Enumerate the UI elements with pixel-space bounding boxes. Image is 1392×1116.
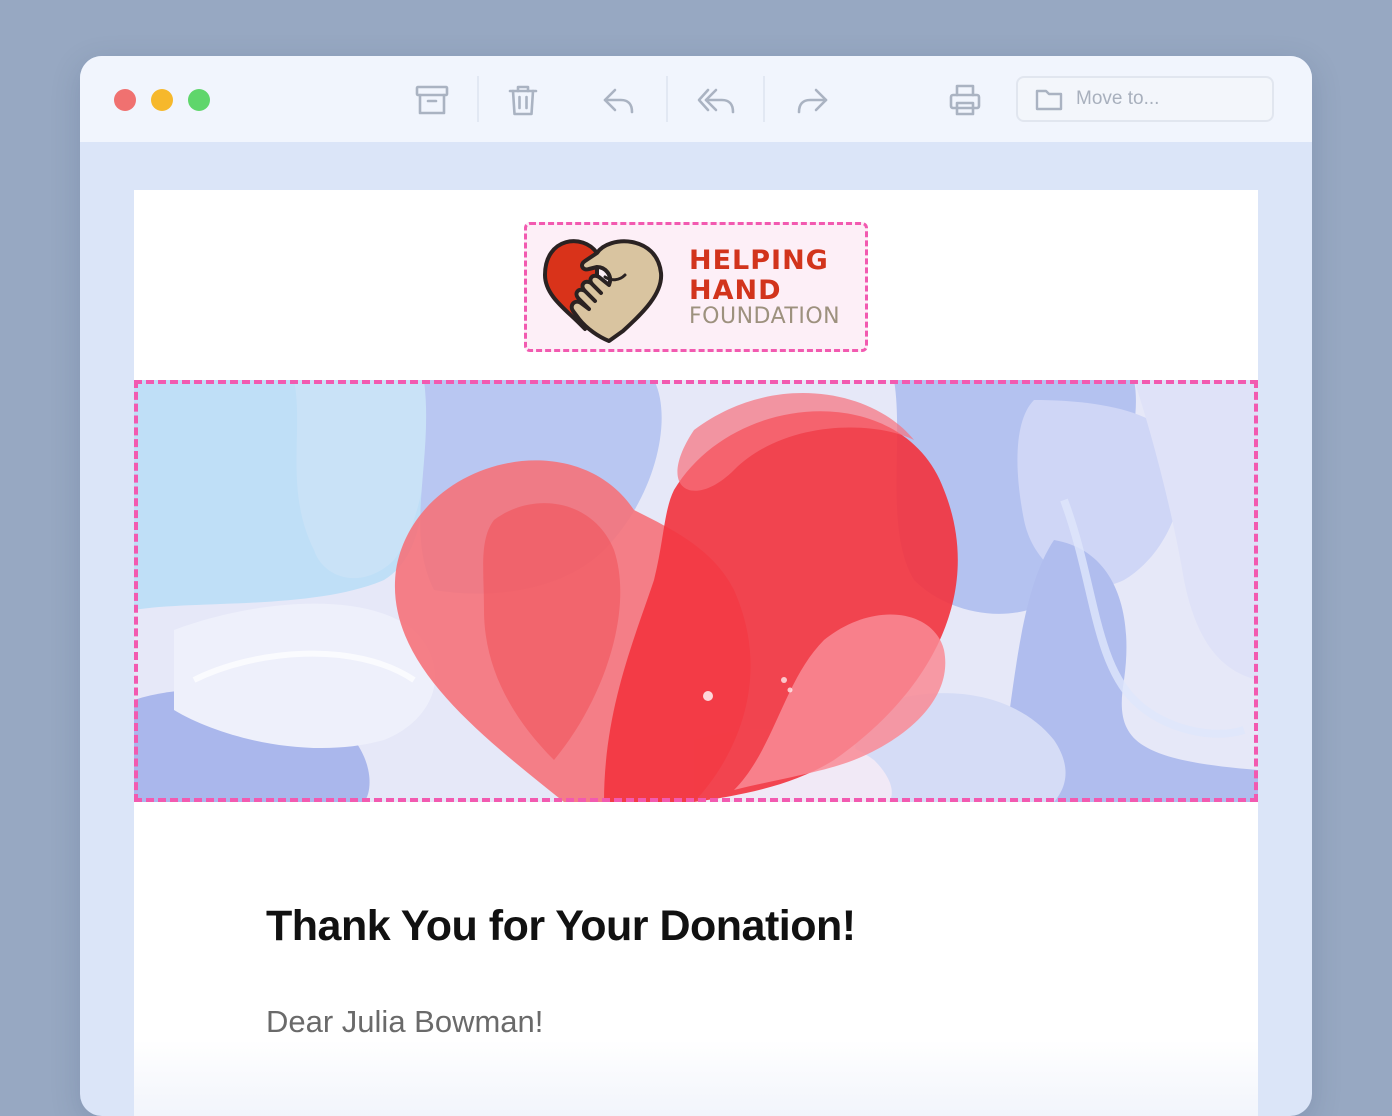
hero-selection-outline — [134, 380, 1258, 802]
trash-icon[interactable] — [505, 82, 541, 118]
reply-icon[interactable] — [601, 82, 637, 118]
logo-line-helping: HELPING — [689, 245, 829, 276]
hero-image[interactable] — [134, 380, 1258, 802]
toolbar-divider — [666, 76, 668, 122]
email-greeting: Dear Julia Bowman! — [266, 1004, 544, 1039]
move-to-field[interactable]: Move to... — [1016, 76, 1274, 122]
email-headline: Thank You for Your Donation! — [266, 902, 856, 950]
logo-block[interactable]: HELPING HAND FOUNDATION — [524, 222, 868, 352]
toolbar-divider — [477, 76, 479, 122]
toolbar-divider — [763, 76, 765, 122]
move-to-placeholder: Move to... — [1076, 88, 1160, 109]
archive-icon[interactable] — [414, 82, 450, 118]
minimize-window-button[interactable] — [151, 89, 173, 111]
close-window-button[interactable] — [114, 89, 136, 111]
print-icon[interactable] — [947, 82, 983, 118]
logo-line-foundation: FOUNDATION — [689, 304, 841, 329]
email-bottom-fade — [134, 1040, 1258, 1116]
heart-hand-logo-icon — [543, 239, 664, 343]
email-body: HELPING HAND FOUNDATION Thank You for Yo… — [134, 190, 1258, 1116]
folder-icon — [1035, 89, 1063, 111]
toolbar: Move to... — [80, 56, 1312, 142]
logo-wordmark: HELPING HAND FOUNDATION — [689, 247, 840, 328]
forward-icon[interactable] — [794, 82, 830, 118]
reply-all-icon[interactable] — [696, 82, 738, 118]
logo-line-hand: HAND — [689, 275, 782, 306]
maximize-window-button[interactable] — [188, 89, 210, 111]
email-client-window: Move to... HELPING HAND FOUNDATION Thank… — [80, 56, 1312, 1116]
